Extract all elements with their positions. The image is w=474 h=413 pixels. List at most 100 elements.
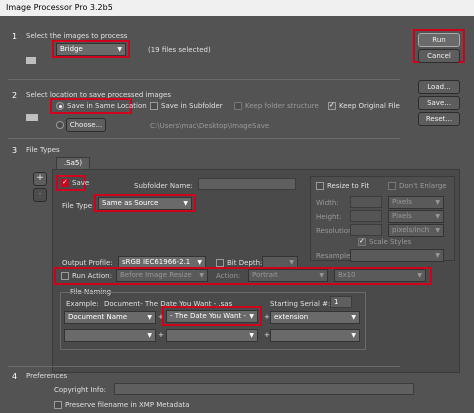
resolution-unit-dropdown[interactable]: pixels/inch ▼ bbox=[388, 224, 444, 237]
action-group-value: Portrait bbox=[252, 271, 278, 279]
chevron-down-icon: ▼ bbox=[147, 314, 152, 321]
save-same-location-label: Save in Same Location bbox=[67, 102, 147, 110]
starting-serial-input[interactable]: 1 bbox=[330, 296, 352, 308]
select-images-label: Select the images to process bbox=[26, 32, 128, 40]
chevron-down-icon: ▼ bbox=[183, 200, 188, 207]
source-value: Bridge bbox=[60, 45, 83, 53]
scale-styles-checkbox[interactable] bbox=[358, 237, 366, 246]
chevron-down-icon: ▼ bbox=[319, 272, 324, 279]
save-subfolder-label: Save in Subfolder bbox=[161, 102, 223, 110]
source-dropdown[interactable]: Bridge ▼ bbox=[56, 43, 126, 56]
resample-label: Resample: bbox=[316, 252, 353, 260]
window-title: Image Processor Pro 3.2b5 bbox=[0, 0, 474, 16]
preserve-filename-checkbox[interactable] bbox=[54, 401, 62, 409]
run-action-checkbox[interactable] bbox=[61, 272, 69, 280]
example-label: Example: bbox=[66, 300, 99, 308]
width-label: Width: bbox=[316, 199, 339, 207]
dont-enlarge-label: Don't Enlarge bbox=[399, 182, 447, 190]
resolution-unit-value: pixels/inch bbox=[392, 226, 430, 234]
plus-sign: + bbox=[158, 331, 164, 339]
action-value: 8x10 bbox=[338, 271, 356, 279]
subfolder-name-label: Subfolder Name: bbox=[134, 182, 193, 190]
save-checkbox-label: Save bbox=[72, 179, 90, 187]
chevron-down-icon: ▼ bbox=[435, 213, 440, 220]
chevron-down-icon: ▼ bbox=[199, 272, 204, 279]
chevron-down-icon: ▼ bbox=[435, 199, 440, 206]
action-set-dropdown[interactable]: Before Image Resize ▼ bbox=[116, 269, 208, 282]
action-group-dropdown[interactable]: Portrait ▼ bbox=[248, 269, 328, 282]
save-checkbox[interactable] bbox=[61, 178, 69, 187]
naming-dropdown-2[interactable]: - The Date You Want - ▼ bbox=[166, 310, 258, 323]
save-settings-button[interactable]: Save... bbox=[418, 96, 460, 110]
chevron-down-icon: ▼ bbox=[117, 46, 122, 53]
chevron-down-icon: ▼ bbox=[351, 314, 356, 321]
width-unit-dropdown[interactable]: Pixels ▼ bbox=[388, 196, 444, 209]
run-action-label: Run Action: bbox=[72, 272, 112, 280]
width-unit-value: Pixels bbox=[392, 198, 412, 206]
file-type-value: Same as Source bbox=[102, 199, 159, 207]
bit-depth-checkbox[interactable] bbox=[216, 259, 224, 267]
choose-button[interactable]: Choose... bbox=[66, 118, 106, 132]
file-type-label: File Type bbox=[62, 202, 93, 210]
width-input[interactable] bbox=[350, 196, 382, 208]
run-button[interactable]: Run bbox=[418, 33, 460, 47]
chevron-down-icon: ▼ bbox=[417, 272, 422, 279]
naming-value-3: extension bbox=[274, 313, 309, 321]
dont-enlarge-checkbox[interactable] bbox=[388, 182, 396, 190]
reset-button[interactable]: Reset... bbox=[418, 112, 460, 126]
chevron-down-icon: ▼ bbox=[147, 332, 152, 339]
naming-value-2: - The Date You Want - bbox=[170, 312, 246, 320]
output-profile-value: sRGB IEC61966-2.1 bbox=[122, 258, 191, 266]
action-set-value: Before Image Resize bbox=[120, 271, 192, 279]
files-selected: (19 files selected) bbox=[148, 46, 211, 54]
keep-original-checkbox[interactable] bbox=[328, 101, 336, 110]
section-1-number: 1 bbox=[12, 32, 18, 41]
height-input[interactable] bbox=[350, 210, 382, 222]
naming-dropdown-1[interactable]: Document Name ▼ bbox=[64, 311, 156, 324]
height-label: Height: bbox=[316, 213, 342, 221]
divider bbox=[8, 138, 400, 139]
save-same-location-radio[interactable] bbox=[56, 102, 64, 110]
remove-tab-button[interactable]: - bbox=[33, 188, 47, 202]
resolution-input[interactable] bbox=[350, 224, 382, 236]
add-tab-button[interactable]: + bbox=[33, 172, 47, 186]
section-3-number: 3 bbox=[12, 146, 18, 155]
bridge-icon bbox=[26, 57, 36, 64]
load-button[interactable]: Load... bbox=[418, 80, 460, 94]
copyright-label: Copyright Info: bbox=[54, 386, 107, 394]
naming-dropdown-3[interactable]: extension ▼ bbox=[270, 311, 360, 324]
plus-sign: + bbox=[264, 313, 270, 321]
cancel-button[interactable]: Cancel bbox=[418, 49, 460, 63]
naming-dropdown-6[interactable]: ▼ bbox=[270, 329, 360, 342]
height-unit-dropdown[interactable]: Pixels ▼ bbox=[388, 210, 444, 223]
choose-radio[interactable] bbox=[56, 121, 64, 129]
scale-styles-label: Scale Styles bbox=[369, 238, 412, 246]
chevron-down-icon: ▼ bbox=[351, 332, 356, 339]
preserve-filename-label: Preserve filename in XMP Metadata bbox=[65, 401, 190, 409]
keep-structure-checkbox[interactable] bbox=[234, 102, 242, 110]
plus-sign: + bbox=[264, 331, 270, 339]
chevron-down-icon: ▼ bbox=[249, 332, 254, 339]
resize-to-fit-label: Resize to Fit bbox=[327, 182, 370, 190]
save-subfolder-checkbox[interactable] bbox=[150, 102, 158, 110]
file-types-label: File Types bbox=[26, 146, 60, 154]
copyright-input[interactable] bbox=[114, 383, 414, 395]
folder-icon bbox=[26, 114, 38, 121]
tab-file-type[interactable]: .Sa5) bbox=[56, 157, 90, 169]
naming-dropdown-4[interactable]: ▼ bbox=[64, 329, 156, 342]
height-unit-value: Pixels bbox=[392, 212, 412, 220]
action-dropdown[interactable]: 8x10 ▼ bbox=[334, 269, 426, 282]
subfolder-name-input[interactable] bbox=[198, 178, 296, 190]
naming-dropdown-5[interactable]: ▼ bbox=[166, 329, 258, 342]
section-2-number: 2 bbox=[12, 91, 18, 100]
file-type-dropdown[interactable]: Same as Source ▼ bbox=[98, 197, 192, 210]
save-path: C:\Users\mac\Desktop\ImageSave bbox=[150, 122, 270, 130]
naming-value-1: Document Name bbox=[68, 313, 128, 321]
starting-serial-label: Starting Serial #: bbox=[270, 300, 331, 308]
resize-to-fit-checkbox[interactable] bbox=[316, 182, 324, 190]
chevron-down-icon: ▼ bbox=[249, 313, 254, 320]
resample-dropdown[interactable]: ▼ bbox=[350, 249, 444, 262]
keep-original-label: Keep Original File bbox=[339, 102, 400, 110]
keep-structure-label: Keep folder structure bbox=[245, 102, 319, 110]
chevron-down-icon: ▼ bbox=[435, 252, 440, 259]
